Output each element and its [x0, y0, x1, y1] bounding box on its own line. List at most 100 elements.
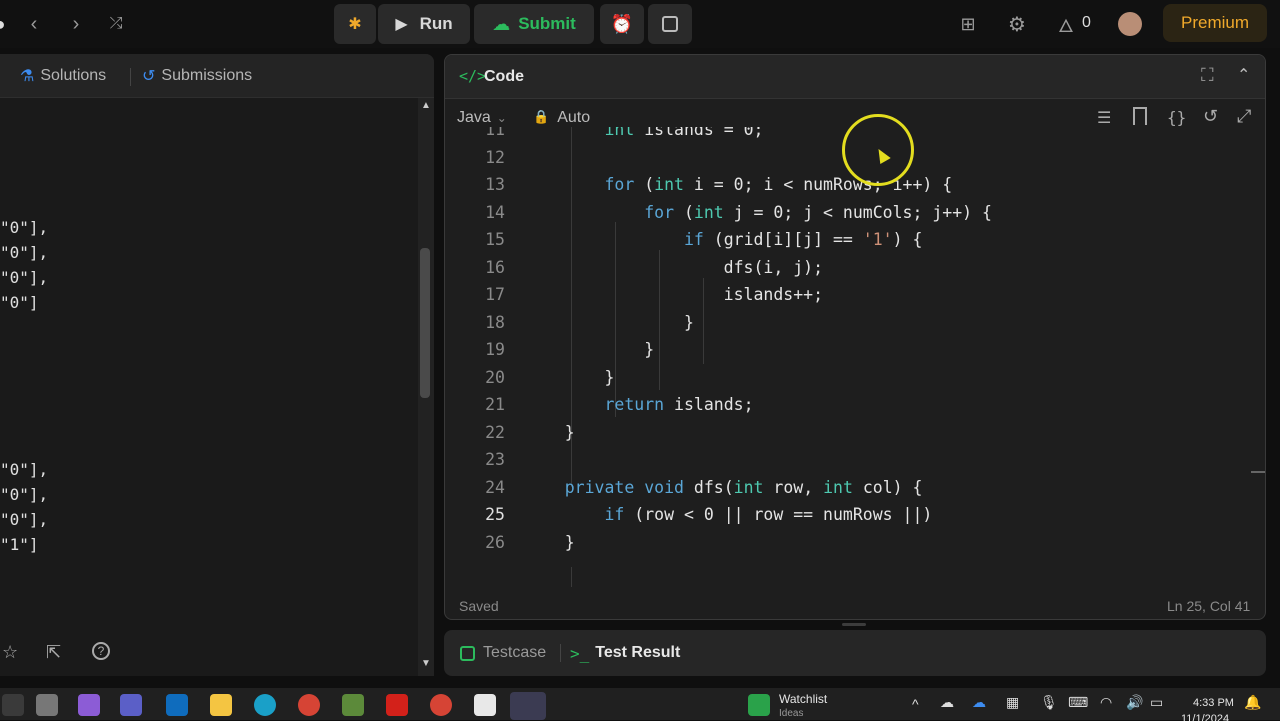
- code-title: Code: [484, 68, 524, 85]
- example-line: "0"],: [0, 460, 49, 479]
- play-icon: ▶: [395, 16, 408, 33]
- line-number: 19: [485, 340, 505, 359]
- speaker-icon[interactable]: 🔊: [1126, 694, 1143, 711]
- code-text: }: [525, 312, 694, 332]
- clock-time[interactable]: 4:33 PM: [1193, 697, 1234, 709]
- wifi-icon[interactable]: ◠: [1100, 694, 1112, 711]
- tab-testcase[interactable]: Testcase: [460, 644, 546, 662]
- code-text: for (int j = 0; j < numCols; j++) {: [644, 202, 992, 222]
- format-lines-icon[interactable]: ☰: [1097, 108, 1111, 128]
- example-line: "0"],: [0, 268, 49, 287]
- braces-icon[interactable]: {}: [1167, 108, 1186, 127]
- line-number: 22: [485, 422, 505, 442]
- acrobat-icon[interactable]: [386, 694, 408, 716]
- tab-solutions[interactable]: ⚗ Solutions: [20, 66, 106, 86]
- line-number: 15: [485, 230, 505, 249]
- app-icon[interactable]: [342, 694, 364, 716]
- language-select[interactable]: Java ⌄: [457, 109, 507, 127]
- line-number: 24: [485, 477, 505, 497]
- fire-icon[interactable]: 🜂: [1054, 12, 1078, 36]
- premium-button[interactable]: Premium: [1163, 4, 1267, 42]
- lock-icon: 🔒: [533, 109, 550, 124]
- code-line[interactable]: 26 }: [445, 529, 1245, 557]
- cursor-position: Ln 25, Col 41: [1167, 598, 1251, 614]
- scroll-down-arrow-icon[interactable]: ▼: [421, 658, 431, 669]
- battery-icon[interactable]: ▭: [1150, 694, 1163, 711]
- submit-label: Submit: [518, 14, 576, 33]
- run-button[interactable]: ▶ Run: [378, 4, 470, 44]
- example-line: "0"]: [0, 293, 39, 312]
- folder-icon[interactable]: [210, 694, 232, 716]
- code-editor[interactable]: 11 int islands = 0; 12 13 for (int i = 0; …: [445, 127, 1265, 587]
- tab-submissions-label: Submissions: [161, 67, 253, 84]
- code-line[interactable]: 23: [445, 446, 1245, 474]
- app-tray-icon[interactable]: ▦: [1006, 694, 1019, 711]
- microphone-icon[interactable]: 🎙: [1040, 694, 1058, 711]
- star-icon[interactable]: ☆: [2, 642, 18, 663]
- stocks-icon[interactable]: [748, 694, 770, 716]
- auto-mode[interactable]: 🔒 Auto: [533, 109, 590, 127]
- submit-button[interactable]: ☁ Submit: [474, 4, 594, 44]
- keyboard-icon[interactable]: ⌨: [1068, 694, 1088, 711]
- outlook-icon[interactable]: [166, 694, 188, 716]
- code-text: }: [525, 367, 615, 387]
- code-line[interactable]: 13 for (int i = 0; i < numRows; i++) {: [445, 171, 1245, 199]
- scroll-up-arrow-icon[interactable]: ▲: [421, 100, 431, 111]
- code-line[interactable]: 19 }: [445, 336, 1245, 364]
- expand-icon[interactable]: ⤢: [1237, 106, 1251, 127]
- help-icon[interactable]: ?: [92, 642, 110, 660]
- solitaire-icon[interactable]: [474, 694, 496, 716]
- avatar[interactable]: [1118, 12, 1142, 36]
- chrome-profile-icon[interactable]: [430, 694, 452, 716]
- code-line[interactable]: 16 dfs(i, j);: [445, 254, 1245, 282]
- code-line[interactable]: 24 private void dfs(int row, int col) {: [445, 474, 1245, 502]
- code-line[interactable]: 22 }: [445, 419, 1245, 447]
- app-icon[interactable]: [2, 694, 24, 716]
- chrome-icon[interactable]: [298, 694, 320, 716]
- cloud-icon[interactable]: ☁: [940, 694, 954, 711]
- bookmark-icon[interactable]: [1133, 107, 1147, 125]
- edge-icon[interactable]: [254, 694, 276, 716]
- layout-grid-icon[interactable]: ⊞: [956, 12, 980, 36]
- chevron-left-icon[interactable]: ‹: [22, 12, 46, 36]
- line-number: 13: [485, 175, 505, 194]
- teams-icon[interactable]: [120, 694, 142, 716]
- timer-button[interactable]: ⏰: [600, 4, 644, 44]
- terminal-icon: >_: [570, 644, 590, 663]
- indent-guide: [571, 567, 572, 587]
- fullscreen-icon[interactable]: ⛶: [1201, 65, 1214, 86]
- collapse-chevron-icon[interactable]: ⌃: [1237, 65, 1250, 85]
- active-app-icon[interactable]: [510, 692, 546, 720]
- code-text: islands++;: [525, 285, 824, 304]
- tab-submissions[interactable]: ↺ Submissions: [142, 66, 252, 86]
- line-number: 17: [485, 285, 505, 304]
- code-line[interactable]: 21 return islands;: [445, 391, 1245, 419]
- chevron-up-icon[interactable]: ^: [912, 696, 919, 712]
- code-line[interactable]: 20 }: [445, 364, 1245, 392]
- left-scrollbar[interactable]: ▲ ▼: [418, 98, 434, 676]
- notification-bell-icon[interactable]: 🔔: [1244, 694, 1261, 711]
- code-line[interactable]: 25 if (row < 0 || row == numRows ||): [445, 501, 1245, 529]
- code-line[interactable]: 15 if (grid[i][j] == '1') {: [445, 226, 1245, 254]
- code-line[interactable]: 14 for (int j = 0; j < numCols; j++) {: [445, 199, 1245, 227]
- code-line[interactable]: 17 islands++;: [445, 281, 1245, 309]
- tab-test-result[interactable]: >_ Test Result: [570, 644, 680, 663]
- chevron-right-icon[interactable]: ›: [64, 12, 88, 36]
- debug-button[interactable]: ✱: [334, 4, 376, 44]
- tab-test-result-label: Test Result: [595, 644, 681, 661]
- window-icon[interactable]: [36, 694, 58, 716]
- code-line[interactable]: 18 }: [445, 309, 1245, 337]
- shuffle-icon[interactable]: ⤮: [104, 12, 128, 36]
- flask-icon: ⚗: [20, 68, 35, 85]
- partial-icon: ●: [0, 12, 12, 36]
- reset-icon[interactable]: ↺: [1203, 106, 1218, 127]
- scroll-thumb[interactable]: [420, 248, 430, 398]
- editor-scroll-marker: [1251, 471, 1265, 473]
- panel-resize-handle[interactable]: [842, 623, 866, 626]
- cloud-sync-icon[interactable]: ☁: [972, 694, 986, 711]
- note-button[interactable]: [648, 4, 692, 44]
- copilot-icon[interactable]: [78, 694, 100, 716]
- line-number: 21: [485, 395, 505, 414]
- settings-gear-icon[interactable]: ⚙: [1005, 12, 1029, 36]
- share-icon[interactable]: ⇱: [46, 642, 61, 663]
